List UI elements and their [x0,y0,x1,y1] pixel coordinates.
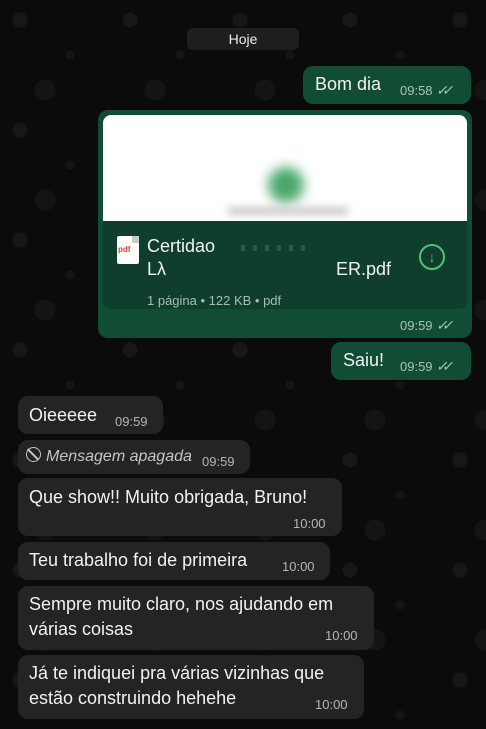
message-text-line: estão construindo hehehe [29,688,237,708]
date-chip: Hoje [187,28,299,50]
message-bubble[interactable]: Bom dia 09:58 ✓✓ [303,66,471,104]
message-time: 09:59 ✓✓ [400,358,450,375]
time-label: 09:59 [400,318,433,333]
message-time: 10:00 [315,697,348,712]
document-meta: 1 página • 122 KB • pdf [147,293,282,308]
deleted-label: Mensagem apagada [46,448,192,465]
message-text: Oieeeee [29,405,98,425]
message-bubble[interactable]: Já te indiquei pra várias vizinhas que e… [18,655,364,719]
deleted-message-bubble[interactable]: Mensagem apagada 09:59 [18,440,250,474]
deleted-message-text: Mensagem apagada [26,447,192,466]
message-time: 10:00 [282,559,315,574]
pdf-file-icon: pdf [117,236,139,264]
message-time: 09:58 ✓✓ [400,82,450,99]
message-time: 09:59 ✓✓ [400,317,450,334]
message-text: Bom dia [315,74,382,94]
message-text: Que show!! Muito obrigada, Bruno! [29,487,308,507]
message-bubble[interactable]: Teu trabalho foi de primeira 10:00 [18,542,330,580]
document-preview[interactable] [103,115,467,221]
document-name-extension: ER.pdf [336,259,392,279]
message-bubble[interactable]: Saiu! 09:59 ✓✓ [331,342,471,380]
document-message[interactable]: pdf Certidao Lλ ER.pdf 1 página • 122 KB … [98,110,472,338]
message-text-line: várias coisas [29,619,134,639]
time-label: 09:59 [400,359,433,374]
time-label: 09:58 [400,83,433,98]
download-icon[interactable]: ↓ [419,244,445,270]
redaction-mark [233,245,313,251]
message-time: 09:59 [202,454,235,469]
message-bubble[interactable]: Oieeeee 09:59 [18,396,163,434]
pdf-icon-label: pdf [118,245,131,254]
double-check-icon: ✓✓ [434,317,450,333]
double-check-icon: ✓✓ [434,358,450,374]
blocked-icon [26,447,41,462]
message-text: Teu trabalho foi de primeira [29,550,248,570]
blurred-seal [268,167,304,203]
document-name-line2: Lλ ER.pdf [147,259,392,279]
message-time: 10:00 [293,516,326,531]
blurred-text [228,207,348,215]
double-check-icon: ✓✓ [434,82,450,98]
document-name-line1: Certidao [147,236,216,256]
message-time: 10:00 [325,628,358,643]
message-text-line: Sempre muito claro, nos ajudando em [29,594,334,614]
message-text: Saiu! [343,350,385,370]
message-time: 09:59 [115,414,148,429]
message-bubble[interactable]: Sempre muito claro, nos ajudando em vári… [18,586,374,650]
document-info[interactable]: pdf Certidao Lλ ER.pdf 1 página • 122 KB … [103,221,467,309]
message-bubble[interactable]: Que show!! Muito obrigada, Bruno! 10:00 [18,478,342,536]
message-text-line: Já te indiquei pra várias vizinhas que [29,663,325,683]
